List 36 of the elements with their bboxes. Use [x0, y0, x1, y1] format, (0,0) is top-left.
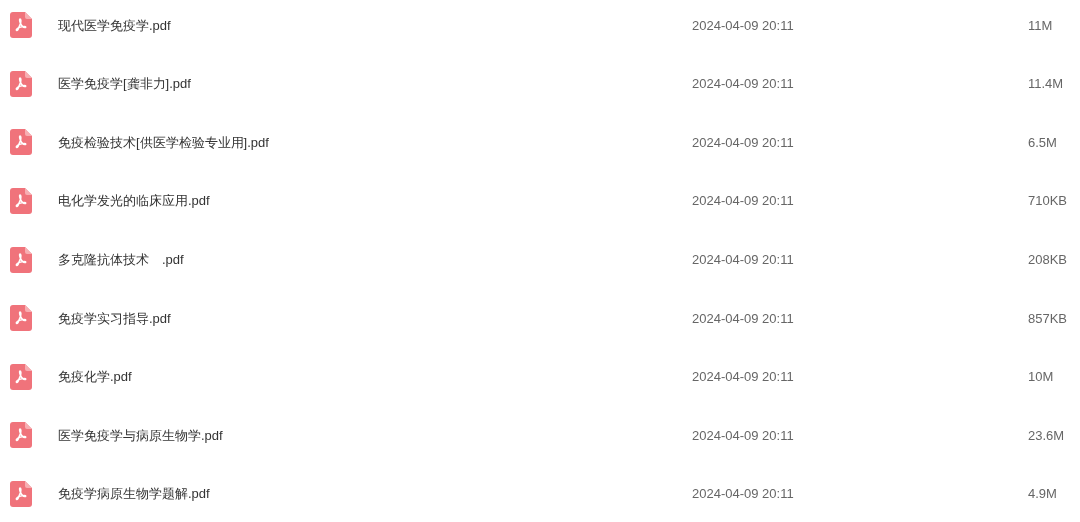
- file-name[interactable]: 免疫学病原生物学题解.pdf: [58, 484, 692, 504]
- modified-date: 2024-04-09 20:11: [692, 16, 795, 35]
- file-name[interactable]: 免疫学实习指导.pdf: [58, 308, 692, 328]
- file-size: 710KB: [1028, 192, 1068, 211]
- pdf-file-icon: [10, 422, 32, 449]
- file-size: 857KB: [1028, 309, 1068, 328]
- pdf-file-icon: [10, 12, 32, 39]
- file-name[interactable]: 现代医学免疫学.pdf: [58, 15, 692, 36]
- modified-date: 2024-04-09 20:11: [692, 192, 795, 211]
- file-name[interactable]: 免疫化学.pdf: [58, 367, 692, 387]
- pdf-file-icon: [10, 305, 32, 332]
- file-name[interactable]: 医学免疫学[龚非力].pdf: [58, 74, 692, 94]
- file-name[interactable]: 医学免疫学与病原生物学.pdf: [58, 425, 692, 446]
- file-name[interactable]: 电化学发光的临床应用.pdf: [58, 191, 692, 211]
- pdf-file-icon: [10, 363, 32, 390]
- file-size: 23.6M: [1028, 426, 1065, 445]
- modified-date: 2024-04-09 20:11: [692, 309, 795, 328]
- modified-date: 2024-04-09 20:11: [692, 250, 795, 269]
- modified-date: 2024-04-09 20:11: [692, 485, 795, 504]
- pdf-file-icon: [10, 481, 32, 508]
- pdf-file-icon: [10, 246, 32, 273]
- file-size: 6.5M: [1028, 133, 1057, 152]
- file-size: 11M: [1028, 16, 1053, 35]
- file-size: 11.4M: [1028, 75, 1064, 94]
- file-size: 4.9M: [1028, 485, 1057, 504]
- modified-date: 2024-04-09 20:11: [692, 368, 795, 387]
- modified-date: 2024-04-09 20:11: [692, 426, 795, 445]
- pdf-file-icon: [10, 188, 32, 215]
- modified-date: 2024-04-09 20:11: [692, 133, 795, 152]
- file-name[interactable]: 免疫检验技术[供医学检验专业用].pdf: [58, 132, 692, 153]
- file-size: 10M: [1028, 368, 1054, 387]
- pdf-file-icon: [10, 70, 32, 97]
- file-name[interactable]: 多克隆抗体技术 .pdf: [58, 249, 692, 270]
- modified-date: 2024-04-09 20:11: [692, 75, 795, 94]
- file-size: 208KB: [1028, 250, 1068, 269]
- pdf-file-icon: [10, 129, 32, 156]
